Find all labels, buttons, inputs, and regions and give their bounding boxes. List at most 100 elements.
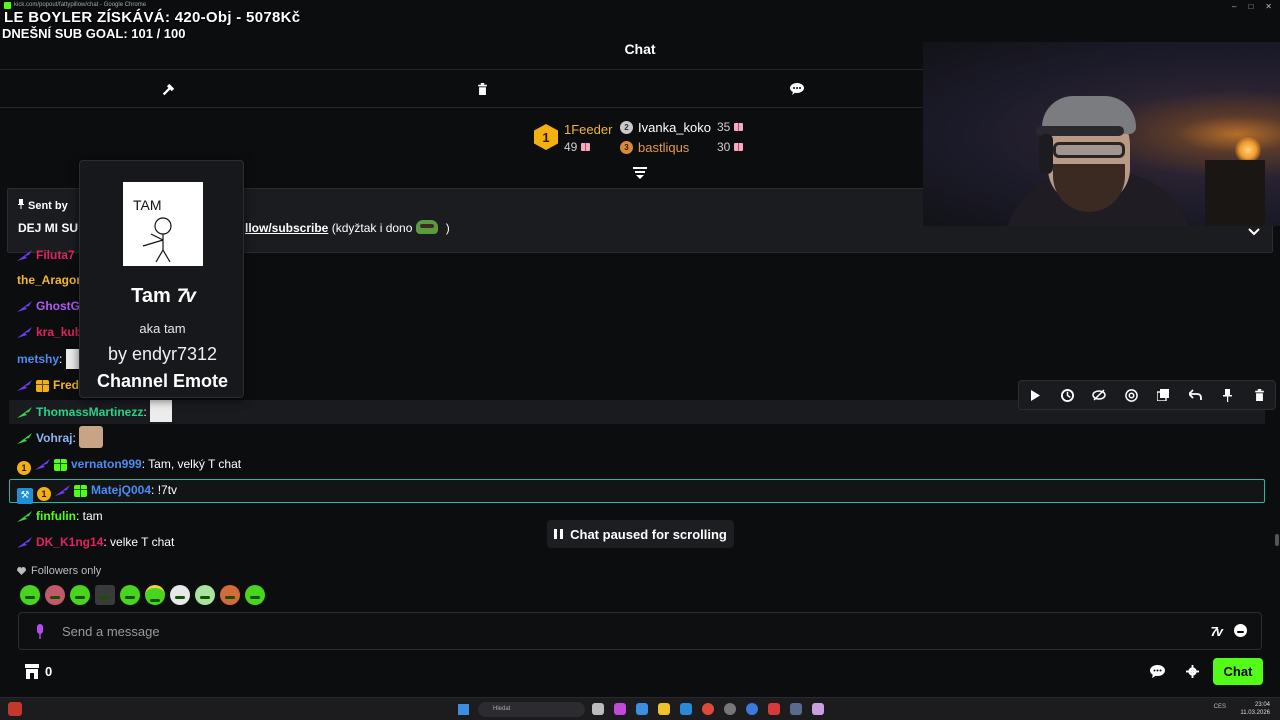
- app-icon[interactable]: [812, 703, 824, 715]
- mention-icon[interactable]: [1124, 388, 1138, 402]
- input-language[interactable]: CES: [1214, 704, 1226, 710]
- pin-message-icon[interactable]: [1220, 388, 1234, 402]
- app-icon[interactable]: [636, 703, 648, 715]
- chat-message[interactable]: DK_K1ng14: velke T chat: [17, 531, 174, 553]
- copy-icon[interactable]: [1156, 388, 1170, 402]
- chat-input-placeholder[interactable]: Send a message: [62, 624, 160, 639]
- message-username[interactable]: the_Aragon: [17, 273, 84, 287]
- chat-message[interactable]: ThomassMartinezz:: [17, 400, 173, 422]
- chat-message[interactable]: Filuta7: [17, 244, 75, 266]
- gear-icon[interactable]: [1186, 665, 1199, 678]
- wing-badge-icon: [17, 327, 32, 338]
- paused-label: Chat paused for scrolling: [570, 526, 727, 542]
- wing-badge-icon: [35, 459, 50, 470]
- rank-1-badge: 1: [534, 124, 558, 150]
- delete-message-icon[interactable]: [1252, 388, 1266, 402]
- 7tv-emote-picker-icon[interactable]: 7v: [1211, 624, 1224, 639]
- chat-message[interactable]: Fred: [17, 374, 79, 396]
- emote-kick-smile[interactable]: [20, 585, 40, 605]
- mod-hammer-icon[interactable]: [160, 81, 176, 97]
- leader-2-name[interactable]: Ivanka_koko: [638, 120, 711, 135]
- emote-kick-halo[interactable]: [145, 585, 165, 605]
- steam-icon[interactable]: [790, 703, 802, 715]
- chrome-browser-icon[interactable]: [702, 703, 714, 715]
- emote-red-face[interactable]: [45, 585, 65, 605]
- app-icon[interactable]: [724, 703, 736, 715]
- message-username[interactable]: ThomassMartinezz: [36, 405, 143, 419]
- chat-message[interactable]: kra_kub: [17, 321, 82, 343]
- windows-start-icon[interactable]: [458, 704, 469, 715]
- emote-kick-eyes[interactable]: [170, 585, 190, 605]
- followers-only-label: Followers only: [31, 565, 102, 577]
- expand-leaderboard-icon[interactable]: [633, 167, 647, 179]
- wing-badge-icon: [17, 537, 32, 548]
- edge-browser-icon[interactable]: [680, 703, 692, 715]
- message-username[interactable]: kra_kub: [36, 325, 82, 339]
- message-username[interactable]: finfulin: [36, 509, 76, 523]
- chat-message[interactable]: finfulin: tam: [17, 505, 103, 527]
- minimize-icon[interactable]: –: [1232, 1, 1236, 12]
- streamer-glasses: [1053, 142, 1125, 158]
- wing-badge-icon: [17, 433, 32, 444]
- gift-icon: [581, 143, 591, 151]
- app-icon[interactable]: [746, 703, 758, 715]
- taskbar-apps: [592, 703, 824, 715]
- streamer-webcam: [923, 42, 1280, 226]
- cat-emote: [79, 426, 104, 448]
- taskbar-search[interactable]: Hledat: [478, 702, 585, 717]
- app-icon[interactable]: [768, 703, 780, 715]
- message-username[interactable]: Vohraj: [36, 431, 72, 445]
- message-username[interactable]: MatejQ004: [91, 483, 151, 497]
- chat-message[interactable]: GhostG: [17, 295, 80, 317]
- reply-undo-icon[interactable]: [1188, 388, 1202, 402]
- task-view-icon[interactable]: [592, 703, 604, 715]
- chevron-down-icon[interactable]: [1248, 227, 1260, 237]
- notification-app-icon[interactable]: [8, 702, 22, 716]
- file-explorer-icon[interactable]: [658, 703, 670, 715]
- chat-message[interactable]: the_Aragon: [17, 269, 84, 291]
- tam-emote: [65, 349, 80, 369]
- headset: [1039, 134, 1053, 174]
- timeout-clock-icon[interactable]: [1060, 388, 1074, 402]
- chat-bubble-icon[interactable]: [789, 81, 805, 97]
- emoji-picker-icon[interactable]: [1234, 624, 1247, 637]
- emote-kick-happy[interactable]: [120, 585, 140, 605]
- emote-box[interactable]: [95, 585, 115, 605]
- message-username[interactable]: Fred: [53, 378, 79, 392]
- message-username[interactable]: DK_K1ng14: [36, 535, 103, 549]
- chat-settings-bubble-icon[interactable]: [1150, 665, 1165, 678]
- pinned-link[interactable]: llow/subscribe: [245, 221, 328, 235]
- wing-badge-icon: [17, 380, 32, 391]
- chat-message[interactable]: ⚒ 1 MatejQ004: !7tv: [17, 479, 177, 504]
- message-username[interactable]: GhostG: [36, 299, 80, 313]
- play-icon[interactable]: [1028, 388, 1042, 402]
- system-clock[interactable]: 23:04 11.03.2026: [1240, 701, 1270, 717]
- chat-message[interactable]: Vohraj:: [17, 426, 104, 448]
- app-icon[interactable]: [614, 703, 626, 715]
- wing-badge-icon: [17, 301, 32, 312]
- send-chat-button[interactable]: Chat: [1213, 658, 1263, 685]
- message-username[interactable]: Filuta7: [36, 248, 75, 262]
- kick-favicon-icon: [4, 2, 11, 9]
- hide-eye-icon[interactable]: [1092, 388, 1106, 402]
- chat-message[interactable]: metshy:: [17, 348, 80, 370]
- maximize-icon[interactable]: □: [1248, 1, 1253, 12]
- microphone-icon[interactable]: [35, 624, 45, 639]
- trash-icon[interactable]: [474, 81, 490, 97]
- scrollbar-thumb[interactable]: [1275, 534, 1279, 546]
- chat-paused-indicator[interactable]: Chat paused for scrolling: [547, 520, 734, 548]
- close-icon[interactable]: ✕: [1265, 1, 1272, 12]
- emote-kick-grin[interactable]: [70, 585, 90, 605]
- points-count: 0: [45, 664, 53, 679]
- emote-kick-tongue[interactable]: [245, 585, 265, 605]
- chat-message[interactable]: 1 vernaton999: Tam, velký T chat: [17, 453, 241, 475]
- frog-emote: [416, 220, 439, 234]
- store-icon[interactable]: [24, 664, 40, 679]
- leader-1-name[interactable]: 1Feeder: [564, 122, 612, 137]
- emote-kick-shades[interactable]: [195, 585, 215, 605]
- message-username[interactable]: vernaton999: [71, 457, 142, 471]
- emote-kick-party[interactable]: [220, 585, 240, 605]
- message-username[interactable]: metshy: [17, 352, 59, 366]
- chat-input-box[interactable]: Send a message 7v: [18, 612, 1262, 650]
- leader-3-name[interactable]: bastliqus: [638, 140, 689, 155]
